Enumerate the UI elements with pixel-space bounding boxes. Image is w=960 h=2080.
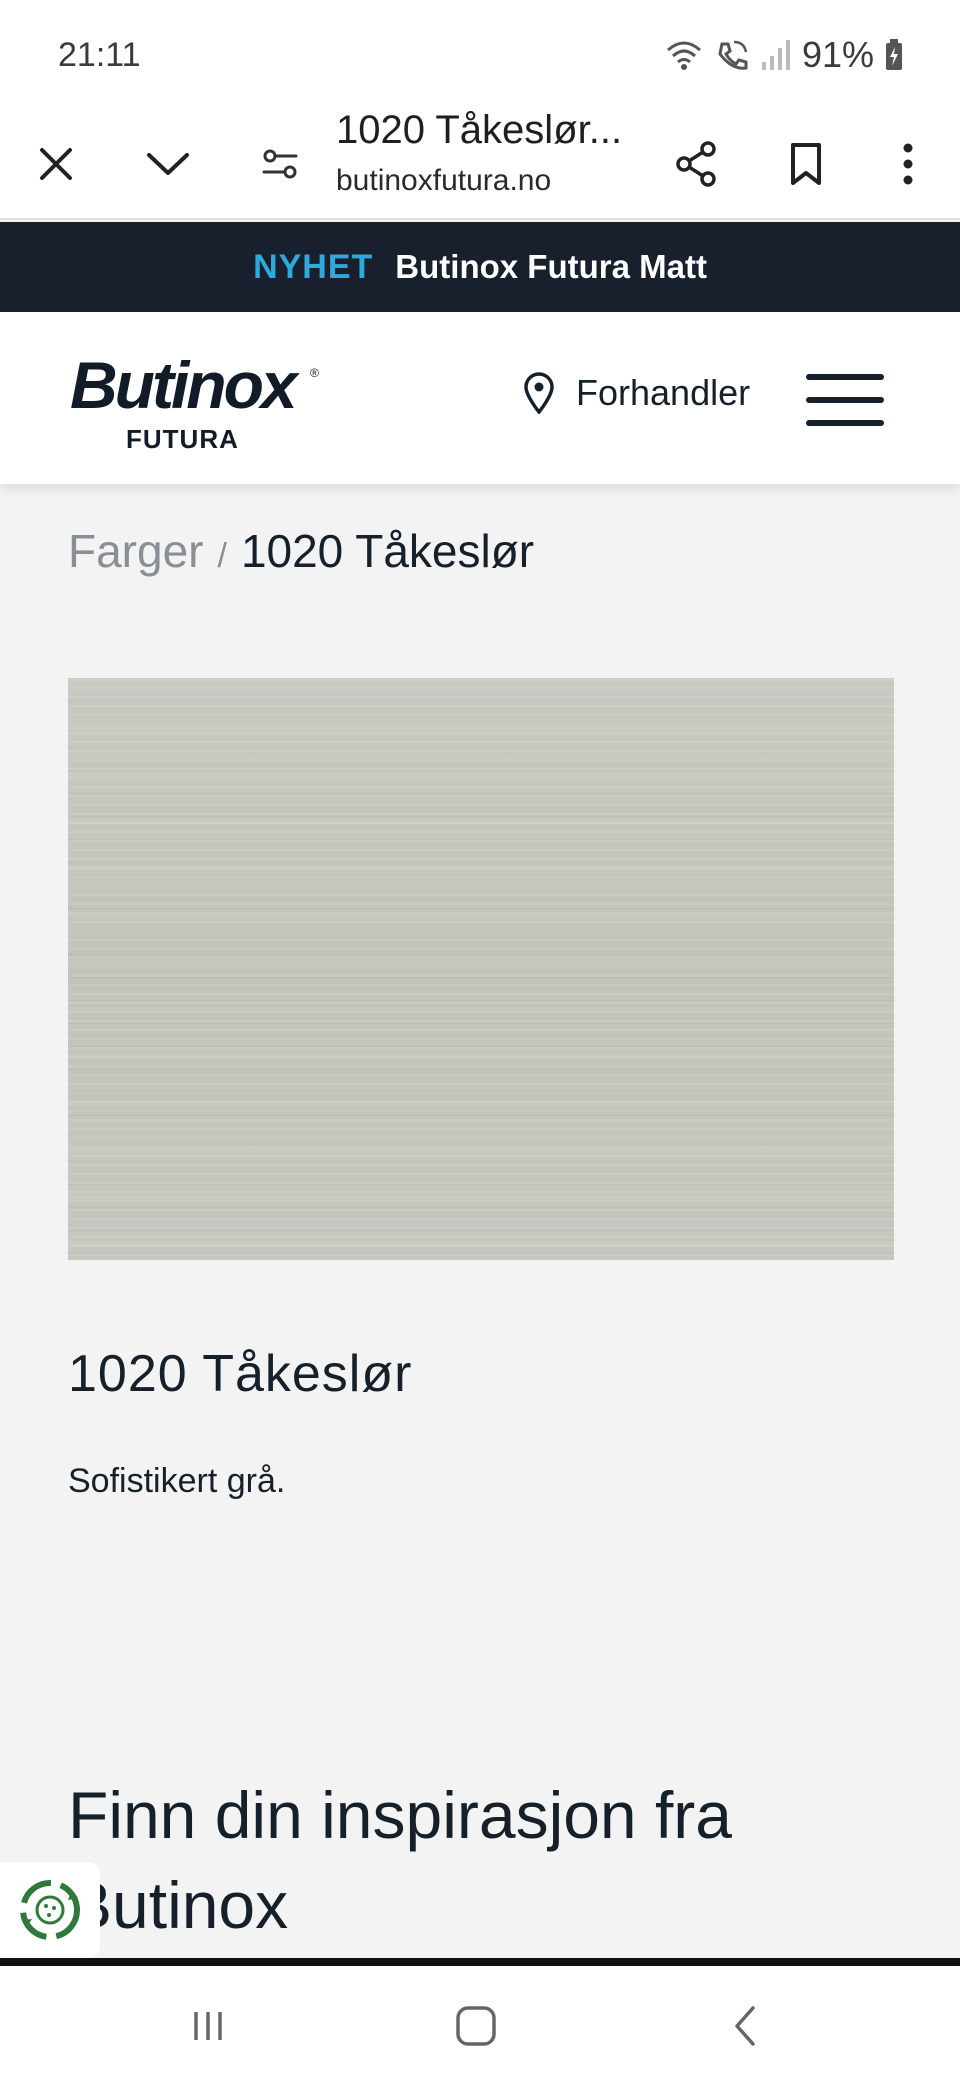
butinox-logo[interactable]: Butinox ® FUTURA [70, 348, 330, 454]
color-description: Sofistikert grå. [68, 1462, 286, 1500]
wifi-icon [666, 41, 701, 70]
cookie-consent-button[interactable] [0, 1862, 100, 1958]
wifi-call-icon [718, 40, 748, 70]
breadcrumb-separator: / [217, 537, 227, 575]
url-text[interactable]: butinoxfutura.no [336, 164, 551, 198]
page-title[interactable]: 1020 Tåkeslør... [336, 108, 636, 153]
logo-main-text: Butinox [70, 348, 298, 422]
bookmark-button[interactable] [770, 128, 842, 200]
close-tab-button[interactable] [20, 128, 92, 200]
status-time: 21:11 [58, 36, 141, 74]
announcement-tag: NYHET [253, 247, 374, 286]
share-button[interactable] [660, 128, 732, 200]
status-icons: 91% [664, 34, 904, 76]
back-button[interactable] [706, 1996, 786, 2056]
home-button[interactable] [436, 1996, 516, 2056]
logo-sub-text: FUTURA [126, 424, 239, 454]
recent-apps-button[interactable] [168, 1996, 248, 2056]
site-header: Butinox ® FUTURA Forhandler [0, 312, 960, 484]
site-settings-button[interactable] [244, 128, 316, 200]
system-nav-bar [0, 1966, 960, 2080]
back-icon [735, 2006, 755, 2046]
share-icon [676, 141, 716, 187]
inspiration-heading: Finn din inspirasjon fra Butinox [68, 1778, 732, 1942]
cookie-consent-icon [20, 1880, 80, 1940]
location-pin-icon [524, 372, 554, 414]
hamburger-menu-button[interactable] [806, 374, 884, 426]
signal-icon [761, 40, 790, 70]
minimize-button[interactable] [132, 128, 204, 200]
breadcrumb-current: 1020 Tåkeslør [240, 525, 535, 577]
menu-line-icon [806, 397, 884, 403]
close-icon [40, 148, 72, 180]
bookmark-icon [791, 143, 821, 185]
color-swatch-image [68, 678, 894, 1260]
announcement-banner[interactable]: NYHET Butinox Futura Matt [0, 222, 960, 312]
dealer-label: Forhandler [576, 372, 751, 413]
more-button[interactable] [872, 128, 944, 200]
battery-charging-icon [886, 39, 902, 70]
dealer-link[interactable]: Forhandler [522, 372, 750, 414]
home-icon [456, 2006, 496, 2046]
page: 21:11 91% 1020 Tåkeslør... butinoxfutura… [0, 0, 960, 2080]
browser-toolbar: 1020 Tåkeslør... butinoxfutura.no [0, 108, 960, 220]
battery-percent: 91% [801, 34, 874, 75]
menu-line-icon [806, 374, 884, 380]
page-bottom-divider [0, 1958, 960, 1966]
menu-line-icon [806, 420, 884, 426]
announcement-text: Butinox Futura Matt [395, 248, 707, 285]
more-vert-icon [903, 143, 913, 185]
logo-registered-mark: ® [310, 366, 319, 380]
color-title: 1020 Tåkeslør [68, 1345, 413, 1403]
status-bar: 21:11 91% [0, 0, 960, 108]
recent-apps-icon [194, 2012, 222, 2040]
chevron-down-icon [147, 153, 189, 175]
site-settings-icon [262, 149, 298, 179]
breadcrumb-link-farger[interactable]: Farger [68, 524, 203, 578]
breadcrumb: Farger / 1020 Tåkeslør [68, 524, 534, 578]
